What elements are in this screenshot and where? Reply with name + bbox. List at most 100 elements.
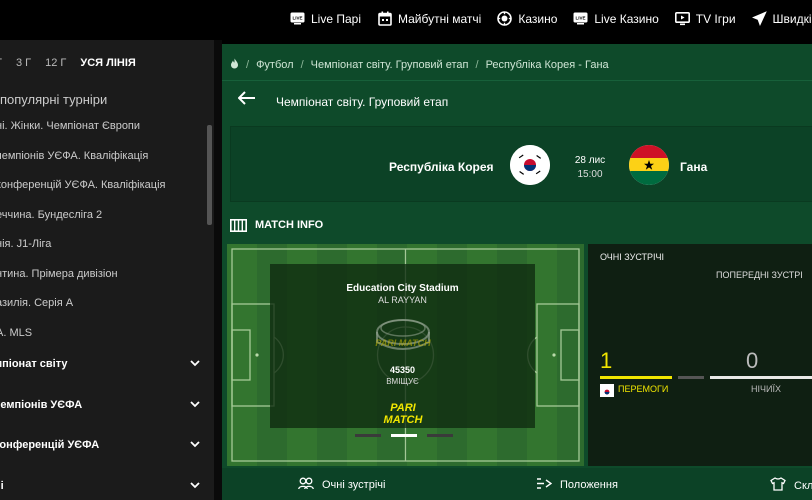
carousel-dot[interactable] xyxy=(355,434,381,437)
match-info-title: MATCH INFO xyxy=(255,219,324,231)
breadcrumb-item[interactable]: Футбол xyxy=(256,59,294,71)
bar-gap xyxy=(678,376,704,379)
tournament-group-label: чемпіонів УЄФА xyxy=(0,398,83,411)
back-arrow-icon[interactable] xyxy=(237,91,256,110)
draws-label: НІЧИЇХ xyxy=(751,384,781,394)
period-option[interactable]: 12 Г xyxy=(45,57,66,69)
svg-text:PARI MATCH: PARI MATCH xyxy=(375,338,431,348)
stadium-pitch: Education City Stadium AL RAYYAN PARI MA… xyxy=(227,244,584,466)
tournament-item[interactable]: нтина. Прімера дивізіон xyxy=(0,268,166,298)
tournament-item[interactable]: ні. Жінки. Чемпіонат Європи xyxy=(0,120,166,150)
plane-icon xyxy=(751,11,767,26)
stadium-card: Education City Stadium AL RAYYAN PARI MA… xyxy=(270,264,535,428)
wins-label: ПЕРЕМОГИ xyxy=(618,384,669,394)
tab-standings[interactable]: Положення xyxy=(536,477,618,493)
nav-upcoming-matches-label: Майбутні матчі xyxy=(398,11,482,26)
korea-flag-icon xyxy=(600,384,614,397)
match-time: 15:00 xyxy=(577,169,603,180)
breadcrumb-separator: / xyxy=(475,59,479,71)
chevron-down-icon xyxy=(190,480,200,500)
casino-chip-icon xyxy=(497,11,513,26)
top-bar: LIVE Live Парі Майбутні матчі Казино LIV… xyxy=(0,0,812,40)
wins-bar xyxy=(600,376,672,379)
tournament-group[interactable]: чемпіонів УЄФА xyxy=(0,399,200,440)
tv-icon xyxy=(674,11,690,26)
period-filter: Г 3 Г 12 Г УСЯ ЛІНІЯ xyxy=(0,57,150,69)
tournament-group[interactable]: конференцій УЄФА xyxy=(0,439,200,480)
breadcrumb-separator: / xyxy=(300,59,304,71)
period-option[interactable]: Г xyxy=(0,57,2,69)
breadcrumb-item[interactable]: Чемпіонат світу. Груповий етап xyxy=(311,59,469,71)
stadium-icon: PARI MATCH xyxy=(372,310,434,359)
head-to-head-panel: ОЧНІ ЗУСТРІЧІ ПОПЕРЕДНІ ЗУСТРІ 1 0 ПЕРЕМ… xyxy=(588,244,812,466)
nav-fast-games-label: Швидкі Ігри xyxy=(772,11,812,26)
parimatch-logo: PARI MATCH xyxy=(370,400,436,431)
ghana-flag-icon xyxy=(629,145,669,185)
info-tabs: Очні зустрічі Положення Скл xyxy=(222,468,812,500)
tournament-group-label: мпіонат світу xyxy=(0,358,68,370)
league-title: Чемпіонат світу. Груповий етап xyxy=(276,95,449,109)
standings-icon xyxy=(536,477,553,493)
chevron-down-icon xyxy=(190,358,200,399)
stadium-name: Education City Stadium xyxy=(346,283,459,294)
tournament-group[interactable]: ні xyxy=(0,480,200,500)
live-casino-icon: LIVE xyxy=(573,11,588,26)
svg-text:PARI: PARI xyxy=(390,402,416,414)
carousel-dots xyxy=(355,434,463,437)
nav-live-casino-label: Live Казино xyxy=(594,11,659,26)
breadcrumb-item-current: Республіка Корея - Гана xyxy=(485,59,609,71)
tournament-item[interactable]: конференцій УЄФА. Кваліфікація xyxy=(0,179,166,209)
stadium-capacity-label: ВМІЩУЄ xyxy=(386,377,419,386)
nav-live-casino[interactable]: LIVE Live Казино xyxy=(573,11,659,26)
match-info-header: MATCH INFO xyxy=(222,213,812,239)
match-date: 28 лис xyxy=(574,155,606,166)
tab-head-to-head[interactable]: Очні зустрічі xyxy=(298,477,385,493)
tournament-item[interactable]: еччина. Бундесліга 2 xyxy=(0,209,166,239)
tab-head-to-head-label: Очні зустрічі xyxy=(322,479,386,491)
home-icon[interactable] xyxy=(230,58,239,72)
tournament-group-label: ні xyxy=(0,479,4,492)
nav-casino-label: Казино xyxy=(518,11,558,26)
top-nav: LIVE Live Парі Майбутні матчі Казино LIV… xyxy=(290,11,812,26)
away-team-name: Гана xyxy=(680,160,708,174)
period-option-all-line[interactable]: УСЯ ЛІНІЯ xyxy=(80,57,135,69)
stadium-city: AL RAYYAN xyxy=(378,295,427,305)
period-option[interactable]: 3 Г xyxy=(16,57,31,69)
sidebar-scrollbar[interactable] xyxy=(207,125,212,225)
tournament-item[interactable]: нія. J1-Ліга xyxy=(0,238,166,268)
breadcrumb-separator: / xyxy=(246,59,250,71)
match-header: Республіка Корея 28 лис 15:00 Гана xyxy=(230,126,812,202)
nav-fast-games[interactable]: Швидкі Ігри xyxy=(751,11,812,26)
tab-lineups[interactable]: Скл xyxy=(770,477,812,494)
league-header: Чемпіонат світу. Груповий етап xyxy=(222,80,812,118)
stadium-icon xyxy=(230,219,247,237)
wins-count: 1 xyxy=(600,348,613,373)
nav-upcoming-matches[interactable]: Майбутні матчі xyxy=(377,11,481,26)
h2h-icon xyxy=(298,477,314,493)
tab-standings-label: Положення xyxy=(560,479,618,491)
draws-count: 0 xyxy=(746,348,759,373)
tournament-group[interactable]: мпіонат світу xyxy=(0,358,200,399)
event-panel: / Футбол / Чемпіонат світу. Груповий ета… xyxy=(222,44,812,500)
calendar-icon xyxy=(377,11,392,26)
tournament-group-label: конференцій УЄФА xyxy=(0,439,100,451)
nav-tv-games[interactable]: TV Ігри xyxy=(674,11,736,26)
tab-lineups-label: Скл xyxy=(794,479,812,492)
nav-live-bets[interactable]: LIVE Live Парі xyxy=(290,11,361,26)
svg-text:MATCH: MATCH xyxy=(384,414,424,426)
tournament-item[interactable]: А. MLS xyxy=(0,327,166,357)
chevron-down-icon xyxy=(190,439,200,480)
breadcrumb: / Футбол / Чемпіонат світу. Груповий ета… xyxy=(230,58,609,72)
home-team-name: Республіка Корея xyxy=(389,160,494,174)
carousel-dot-active[interactable] xyxy=(391,434,417,437)
nav-live-bets-label: Live Парі xyxy=(311,11,361,26)
previous-meetings-title[interactable]: ПОПЕРЕДНІ ЗУСТРІ xyxy=(716,270,803,280)
tournament-item[interactable]: чемпіонів УЄФА. Кваліфікація xyxy=(0,150,166,180)
korea-flag-icon xyxy=(510,145,550,185)
carousel-dot[interactable] xyxy=(427,434,453,437)
lineup-shirt-icon xyxy=(770,477,786,494)
tournament-item[interactable]: азилія. Серія А xyxy=(0,297,166,327)
nav-casino[interactable]: Казино xyxy=(497,11,557,26)
popular-tournaments-heading: популярні турніри xyxy=(0,92,108,107)
stadium-capacity: 45350 xyxy=(389,365,416,375)
